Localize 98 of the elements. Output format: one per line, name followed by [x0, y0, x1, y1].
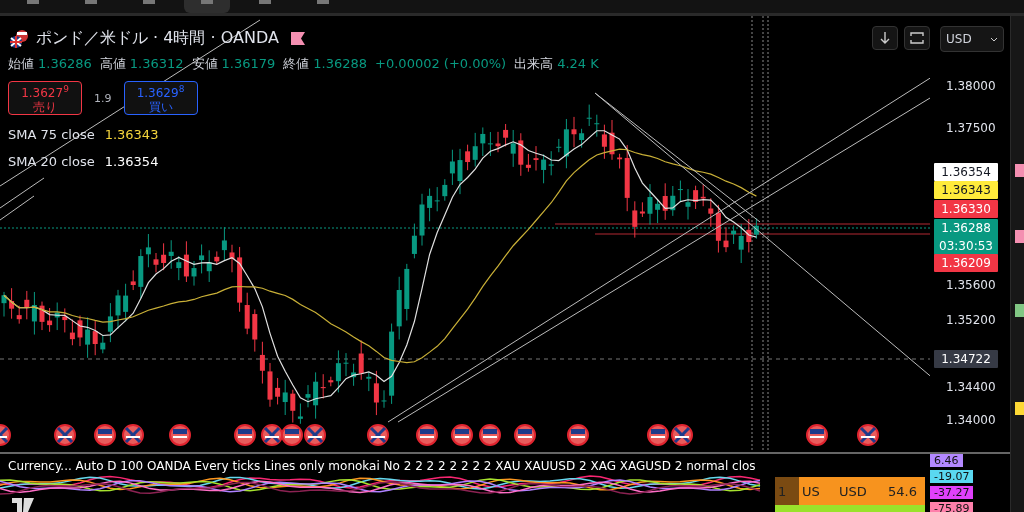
flag-icon[interactable] — [857, 424, 879, 446]
symbol-title: ポンド／米ドル · 4時間 · OANDA — [36, 28, 279, 49]
candle — [495, 131, 501, 153]
table-cell: 1 — [775, 477, 799, 505]
price-tag: 1.36343 — [934, 181, 998, 199]
volume-label: 出来高 — [514, 55, 554, 73]
indicator-legend: Currency... Auto D 100 OANDA Every ticks Lines only monokai No 2 2 2 2 2 2 2 2 XAU XAUUSD 2 XAG XAGUSD 2 normal clos — [8, 459, 756, 473]
ohlc-label: 高値 — [99, 55, 126, 73]
candle — [457, 148, 463, 195]
candle — [1, 291, 7, 317]
ohlc-value: 1.36312 — [129, 56, 184, 71]
tool-icon — [84, 0, 98, 6]
flag-icon[interactable] — [416, 424, 438, 446]
flag-icon[interactable] — [234, 424, 256, 446]
indicator-value-tag: 6.46 — [930, 454, 963, 467]
trend-line[interactable] — [0, 177, 45, 209]
candle — [191, 260, 197, 287]
tool-icon — [316, 0, 330, 6]
candle — [419, 193, 425, 247]
price-tick: 1.34400 — [946, 380, 996, 394]
candle — [411, 223, 417, 259]
indicator-value-tag: -19.07 — [930, 470, 974, 483]
ohlc-value: 1.36179 — [221, 56, 276, 71]
fullscreen-button[interactable] — [904, 26, 930, 50]
candle — [267, 362, 273, 408]
candle — [723, 226, 729, 253]
price-tag: 1.36288 03:30:53 — [934, 219, 998, 255]
candle — [77, 315, 83, 347]
price-tag: 1.36354 — [934, 163, 998, 181]
candle — [153, 252, 159, 273]
price-tick: 1.37500 — [946, 121, 996, 135]
flag-icon[interactable] — [367, 424, 389, 446]
candle — [39, 301, 45, 331]
price-tick: 1.34000 — [946, 413, 996, 427]
ohlc-value: 1.36286 — [38, 56, 92, 71]
price-tag: 1.36330 — [934, 200, 998, 218]
price-tag: 1.36209 — [934, 254, 998, 272]
price-tick: 1.35600 — [946, 278, 996, 292]
flag-icon[interactable] — [479, 424, 501, 446]
tool-icon — [26, 0, 40, 6]
currency-select[interactable]: USD — [940, 26, 1004, 52]
tool-icon — [142, 0, 156, 6]
ohlc-value: 1.36288 — [313, 56, 368, 71]
flag-icon[interactable] — [122, 424, 144, 446]
indicator-value-tag: -75.89 — [930, 502, 974, 512]
flag-icon[interactable] — [304, 424, 326, 446]
flag-icon[interactable] — [54, 424, 76, 446]
candle — [305, 384, 311, 408]
flag-icon[interactable] — [514, 424, 536, 446]
scroll-down-button[interactable] — [872, 26, 898, 50]
table-cell: USD 54.6 — [829, 477, 925, 505]
flag-marker-icon[interactable] — [290, 32, 305, 45]
ohlc-label: 始値 — [8, 55, 34, 73]
buy-button[interactable]: 1.3629$^{8}$ 買い — [123, 81, 198, 115]
candle — [571, 116, 577, 148]
flag-icon[interactable] — [451, 424, 473, 446]
volume-value: 4.24 K — [557, 56, 599, 71]
flag-icon[interactable] — [261, 424, 283, 446]
price-tick: 1.35200 — [946, 313, 996, 327]
candle — [685, 188, 691, 221]
price-tag: 1.34722 — [934, 350, 998, 368]
price-tick: 1.38000 — [946, 79, 996, 93]
flag-icon[interactable] — [806, 424, 828, 446]
flag-icon[interactable] — [94, 424, 116, 446]
candle — [115, 289, 121, 330]
flag-icon[interactable] — [671, 424, 693, 446]
indicator-value: 1.36343 — [104, 127, 159, 142]
candle — [404, 263, 410, 321]
trend-line[interactable] — [0, 195, 35, 221]
table-cell: US — [799, 477, 829, 505]
candle — [609, 119, 615, 161]
tv-logo-icon — [12, 498, 34, 512]
price-change: +0.00002 (+0.00%) — [375, 56, 507, 71]
flag-icon[interactable] — [169, 424, 191, 446]
spread-value: 1.9 — [94, 91, 112, 105]
flag-icon[interactable] — [0, 424, 11, 446]
candle — [647, 183, 653, 226]
candle — [229, 244, 235, 273]
flag-icon[interactable] — [647, 424, 669, 446]
tool-icon — [258, 0, 272, 6]
sell-button[interactable]: 1.3627$^{9}$ 売り — [8, 81, 82, 115]
trend-line[interactable] — [594, 92, 761, 223]
caret-icon — [990, 36, 998, 42]
candle — [533, 145, 539, 171]
candle — [381, 389, 387, 409]
ohlc-label: 安値 — [191, 55, 218, 73]
indicator-name: SMA 20 close — [8, 154, 95, 169]
ohlc-label: 終値 — [283, 55, 310, 73]
toolbar-button[interactable] — [184, 0, 230, 13]
flag-icon[interactable] — [281, 424, 303, 446]
flag-icon[interactable] — [567, 424, 589, 446]
indicator-value: 1.36354 — [104, 154, 159, 169]
currency-flags-icon — [8, 28, 30, 49]
tool-icon — [200, 0, 214, 6]
candle — [343, 352, 349, 377]
fullscreen-icon — [910, 32, 924, 44]
down-arrow-icon — [880, 32, 890, 44]
indicator-value-tag: -37.27 — [930, 486, 974, 499]
